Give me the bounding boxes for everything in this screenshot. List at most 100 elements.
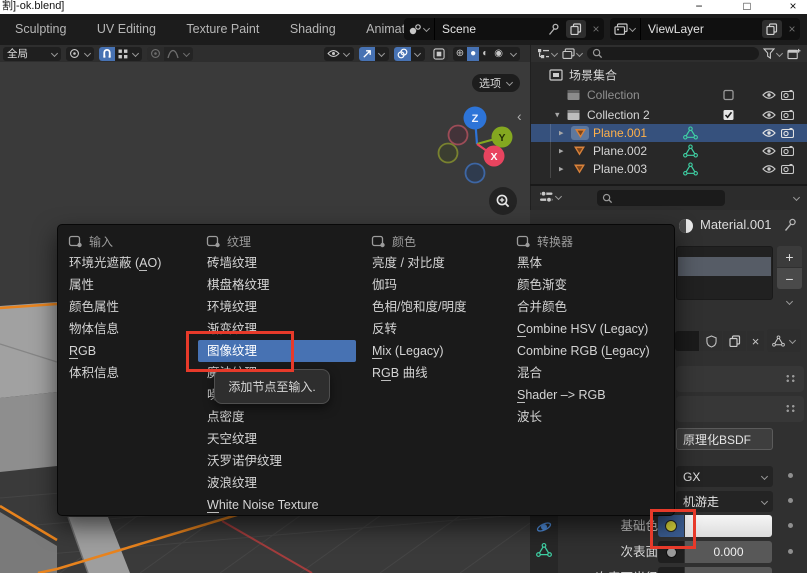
zoom-button[interactable] [489,187,517,215]
properties-search-input[interactable] [597,190,725,206]
subsurface-value-field[interactable]: 0.000 [685,541,772,563]
editor-type-dropdown[interactable] [539,190,562,204]
menu-item[interactable]: 颜色渐变 [508,274,671,296]
show-overlays-toggle[interactable] [394,47,411,61]
gizmo-neg-y[interactable] [439,144,458,163]
menu-item[interactable]: Combine RGB (Legacy) [508,340,671,362]
close-button[interactable]: × [785,0,801,13]
menu-item[interactable]: 色相/饱和度/明度 [363,296,501,318]
menu-item[interactable]: 属性 [60,274,191,296]
outliner-row-scene-collection[interactable]: 场景集合 [531,66,807,84]
collapsed-panel-header[interactable] [676,366,804,392]
shading-material-button[interactable]: ◐ [479,47,491,61]
outliner-row-collection[interactable]: Collection [531,86,807,104]
pin-icon[interactable] [783,218,797,232]
shading-wireframe-button[interactable]: ⊕ [453,47,467,61]
camera-render-toggle[interactable] [781,90,794,100]
xray-toggle[interactable] [430,47,448,61]
material-slot-list[interactable] [676,246,773,300]
subsurface-method-dropdown[interactable]: 机游走 [676,491,773,512]
scene-name[interactable]: Scene [435,22,547,36]
menu-item[interactable]: 亮度 / 对比度 [363,252,501,274]
menu-item[interactable]: 环境纹理 [198,296,356,318]
base-color-swatch[interactable] [685,515,772,537]
menu-item[interactable]: 物体信息 [60,318,191,340]
subsurface-radius-value-field[interactable]: 0.000 [685,567,772,573]
tab-physics-icon[interactable] [536,519,552,535]
animate-dot-icon[interactable] [788,523,793,528]
outliner-row-plane-002[interactable]: ▸ Plane.002 [531,142,807,160]
menu-item[interactable]: Shader –> RGB [508,384,671,406]
hide-eye-toggle[interactable] [762,128,776,138]
pivot-point-dropdown[interactable] [66,47,94,61]
hide-eye-toggle[interactable] [762,164,776,174]
menu-item[interactable]: White Noise Texture [198,494,356,516]
camera-render-toggle[interactable] [781,128,794,138]
subsurface-radius-socket[interactable] [658,567,684,573]
menu-item[interactable]: RGB [60,340,191,362]
material-slot-selected[interactable] [678,257,771,276]
snap-magnet-toggle[interactable] [99,47,115,61]
camera-render-toggle[interactable] [781,146,794,156]
menu-item[interactable]: RGB 曲线 [363,362,501,384]
menu-item[interactable]: 砖墙纹理 [198,252,356,274]
menu-item[interactable]: 波长 [508,406,671,428]
minimize-button[interactable]: − [691,0,707,13]
new-scene-button[interactable] [566,20,586,38]
shading-solid-button[interactable]: ● [467,47,479,61]
menu-item[interactable]: 环境光遮蔽 (AO) [60,252,191,274]
pin-icon[interactable] [547,23,560,36]
tab-uv-editing[interactable]: UV Editing [84,14,169,45]
unlink-scene-button[interactable]: × [588,22,604,36]
base-color-socket[interactable] [658,515,684,537]
disclosure-triangle-icon[interactable]: ▸ [559,164,564,175]
gizmo-neg-x[interactable] [449,126,468,145]
proportional-editing-toggle[interactable] [147,47,164,61]
disclosure-triangle-icon[interactable]: ▾ [555,110,560,121]
tab-shading[interactable]: Shading [277,14,349,45]
display-mode-dropdown[interactable] [537,48,558,60]
outliner-row-collection-2[interactable]: ▾ Collection 2 [531,106,807,124]
properties-options-chevron[interactable] [792,194,800,202]
menu-item[interactable]: 波浪纹理 [198,472,356,494]
animate-dot-icon[interactable] [788,473,793,478]
menu-item[interactable]: 黑体 [508,252,671,274]
gizmo-options-dropdown[interactable] [375,47,389,61]
snap-target-dropdown[interactable] [115,47,142,61]
overlays-options-dropdown[interactable] [411,47,425,61]
menu-item[interactable]: 合并颜色 [508,296,671,318]
distribution-dropdown[interactable]: GX [676,466,773,487]
camera-render-toggle[interactable] [781,110,794,120]
hide-eye-toggle[interactable] [762,110,776,120]
drag-handle-icon[interactable] [785,404,796,413]
menu-item[interactable]: 体积信息 [60,362,191,384]
show-gizmo-toggle[interactable] [359,47,375,61]
menu-item[interactable]: 伽玛 [363,274,501,296]
shading-rendered-button[interactable]: ◉ [491,47,506,61]
unlink-material-button[interactable]: × [747,331,764,351]
gizmo-neg-z[interactable] [466,164,485,183]
filter-button[interactable] [763,48,783,59]
maximize-button[interactable]: □ [739,0,755,13]
slot-specials-dropdown[interactable] [777,294,802,310]
collapsed-panel-header[interactable] [676,396,804,422]
menu-item[interactable]: 渐变纹理 [198,318,356,340]
tab-sculpting[interactable]: Sculpting [2,14,79,45]
tab-texture-paint[interactable]: Texture Paint [173,14,272,45]
menu-item[interactable]: 颜色属性 [60,296,191,318]
menu-item[interactable]: 天空纹理 [198,428,356,450]
menu-item[interactable]: 混合 [508,362,671,384]
sidebar-collapse-arrow[interactable]: ‹ [517,108,522,124]
remove-viewlayer-button[interactable]: × [784,22,800,36]
visibility-dropdown[interactable] [324,47,354,61]
transform-orientation-dropdown[interactable]: 全局 [3,47,61,61]
surface-shader-field[interactable]: 原理化BSDF [676,428,773,450]
new-viewlayer-button[interactable] [762,20,782,38]
disclosure-triangle-icon[interactable]: ▸ [559,146,564,157]
tab-object-data-icon[interactable] [536,543,552,557]
node-tree-dropdown[interactable] [767,329,801,352]
tab-animation[interactable]: Animation [353,14,404,45]
outliner-row-plane-001[interactable]: ▸ Plane.001 [531,124,807,142]
subsurface-socket[interactable] [658,541,684,563]
animate-dot-icon[interactable] [788,498,793,503]
